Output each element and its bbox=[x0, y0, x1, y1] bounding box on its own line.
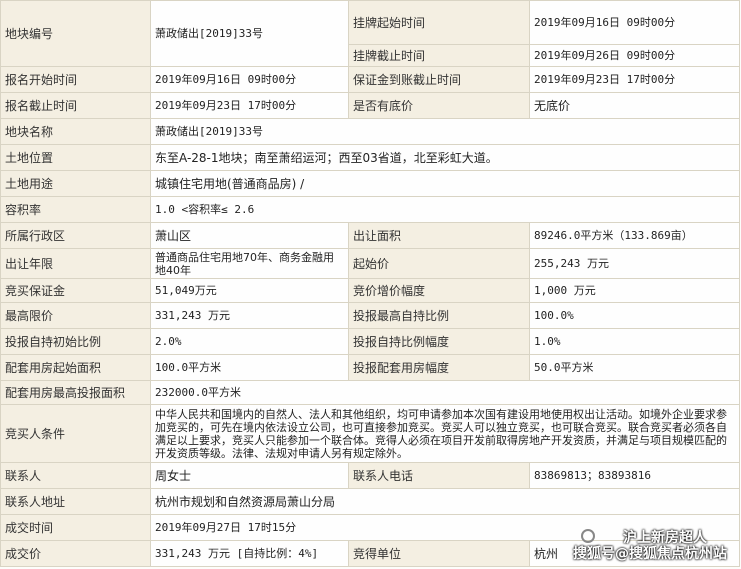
field-value: 2019年09月27日 17时15分 bbox=[150, 514, 740, 541]
field-label: 投报自持初始比例 bbox=[0, 328, 151, 355]
field-label: 所属行政区 bbox=[0, 222, 151, 249]
field-value: 1.0 <容积率≤ 2.6 bbox=[150, 196, 740, 223]
field-label: 地块名称 bbox=[0, 118, 151, 145]
field-label: 联系人 bbox=[0, 462, 151, 489]
table-row: 最高限价 331,243 万元 投报最高自持比例 100.0% bbox=[0, 302, 740, 329]
field-value: 2019年09月23日 17时00分 bbox=[529, 66, 740, 93]
field-value: 100.0平方米 bbox=[150, 354, 349, 381]
table-row: 容积率 1.0 <容积率≤ 2.6 bbox=[0, 196, 740, 223]
field-value: 255,243 万元 bbox=[529, 248, 740, 279]
field-value: 331,243 万元 bbox=[150, 302, 349, 329]
field-label: 竞得单位 bbox=[348, 540, 530, 567]
field-value: 萧山区 bbox=[150, 222, 349, 249]
field-label: 竞买人条件 bbox=[0, 404, 151, 463]
field-value: 城镇住宅用地(普通商品房) / bbox=[150, 170, 740, 197]
table-row: 配套用房最高投报面积 232000.0平方米 bbox=[0, 380, 740, 405]
table-row: 投报自持初始比例 2.0% 投报自持比例幅度 1.0% bbox=[0, 328, 740, 355]
field-label: 地块编号 bbox=[0, 0, 151, 67]
table-row: 配套用房起始面积 100.0平方米 投报配套用房幅度 50.0平方米 bbox=[0, 354, 740, 381]
field-value: 50.0平方米 bbox=[529, 354, 740, 381]
field-value: 中华人民共和国境内的自然人、法人和其他组织，均可申请参加本次国有建设用地使用权出… bbox=[150, 404, 740, 463]
table-row: 土地用途 城镇住宅用地(普通商品房) / bbox=[0, 170, 740, 197]
field-value: 萧政储出[2019]33号 bbox=[150, 118, 740, 145]
field-value: 100.0% bbox=[529, 302, 740, 329]
field-label: 挂牌截止时间 bbox=[348, 44, 530, 67]
field-label: 竞价增价幅度 bbox=[348, 278, 530, 303]
field-value: 2019年09月23日 17时00分 bbox=[150, 92, 349, 119]
field-value: 83869813；83893816 bbox=[529, 462, 740, 489]
field-value: 杭州市规划和自然资源局萧山分局 bbox=[150, 488, 740, 515]
field-value: 2019年09月16日 09时00分 bbox=[150, 66, 349, 93]
table-row: 所属行政区 萧山区 出让面积 89246.0平方米（133.869亩） bbox=[0, 222, 740, 249]
field-value: 2019年09月26日 09时00分 bbox=[529, 44, 740, 67]
field-label: 挂牌起始时间 bbox=[348, 0, 530, 45]
table-row: 报名截止时间 2019年09月23日 17时00分 是否有底价 无底价 bbox=[0, 92, 740, 119]
field-value: 89246.0平方米（133.869亩） bbox=[529, 222, 740, 249]
table-row: 竞买人条件 中华人民共和国境内的自然人、法人和其他组织，均可申请参加本次国有建设… bbox=[0, 404, 740, 463]
field-label: 容积率 bbox=[0, 196, 151, 223]
field-label: 土地用途 bbox=[0, 170, 151, 197]
table-row: 联系人 周女士 联系人电话 83869813；83893816 bbox=[0, 462, 740, 489]
table-row: 成交价 331,243 万元 [自持比例：4%] 竞得单位 杭州 bbox=[0, 540, 740, 567]
field-label: 投报自持比例幅度 bbox=[348, 328, 530, 355]
field-label: 报名开始时间 bbox=[0, 66, 151, 93]
table-row: 地块名称 萧政储出[2019]33号 bbox=[0, 118, 740, 145]
field-label: 保证金到账截止时间 bbox=[348, 66, 530, 93]
field-value: 萧政储出[2019]33号 bbox=[150, 0, 349, 67]
table-row: 出让年限 普通商品住宅用地70年、商务金融用地40年 起始价 255,243 万… bbox=[0, 248, 740, 279]
field-label: 联系人电话 bbox=[348, 462, 530, 489]
field-label: 出让年限 bbox=[0, 248, 151, 279]
field-value: 2019年09月16日 09时00分 bbox=[529, 0, 740, 45]
field-label: 最高限价 bbox=[0, 302, 151, 329]
table-row: 报名开始时间 2019年09月16日 09时00分 保证金到账截止时间 2019… bbox=[0, 66, 740, 93]
field-label: 投报最高自持比例 bbox=[348, 302, 530, 329]
field-label: 竞买保证金 bbox=[0, 278, 151, 303]
field-value: 1,000 万元 bbox=[529, 278, 740, 303]
field-value: 1.0% bbox=[529, 328, 740, 355]
field-label: 出让面积 bbox=[348, 222, 530, 249]
field-label: 配套用房最高投报面积 bbox=[0, 380, 151, 405]
table-row: 竞买保证金 51,049万元 竞价增价幅度 1,000 万元 bbox=[0, 278, 740, 303]
field-value: 51,049万元 bbox=[150, 278, 349, 303]
field-label: 报名截止时间 bbox=[0, 92, 151, 119]
field-value: 232000.0平方米 bbox=[150, 380, 740, 405]
table-row: 联系人地址 杭州市规划和自然资源局萧山分局 bbox=[0, 488, 740, 515]
field-value: 东至A-28-1地块；南至萧绍运河；西至03省道，北至彩虹大道。 bbox=[150, 144, 740, 171]
field-value: 2.0% bbox=[150, 328, 349, 355]
table-row: 成交时间 2019年09月27日 17时15分 bbox=[0, 514, 740, 541]
land-info-table: 地块编号 萧政储出[2019]33号 挂牌起始时间 2019年09月16日 09… bbox=[0, 0, 740, 567]
field-label: 投报配套用房幅度 bbox=[348, 354, 530, 381]
field-label: 配套用房起始面积 bbox=[0, 354, 151, 381]
table-row: 土地位置 东至A-28-1地块；南至萧绍运河；西至03省道，北至彩虹大道。 bbox=[0, 144, 740, 171]
field-label: 成交价 bbox=[0, 540, 151, 567]
field-label: 是否有底价 bbox=[348, 92, 530, 119]
field-label: 起始价 bbox=[348, 248, 530, 279]
field-label: 土地位置 bbox=[0, 144, 151, 171]
field-value: 无底价 bbox=[529, 92, 740, 119]
field-value: 杭州 bbox=[529, 540, 740, 567]
field-value: 周女士 bbox=[150, 462, 349, 489]
field-value: 331,243 万元 [自持比例：4%] bbox=[150, 540, 349, 567]
field-label: 联系人地址 bbox=[0, 488, 151, 515]
field-label: 成交时间 bbox=[0, 514, 151, 541]
table-row: 地块编号 萧政储出[2019]33号 挂牌起始时间 2019年09月16日 09… bbox=[0, 0, 740, 67]
field-value: 普通商品住宅用地70年、商务金融用地40年 bbox=[150, 248, 349, 279]
